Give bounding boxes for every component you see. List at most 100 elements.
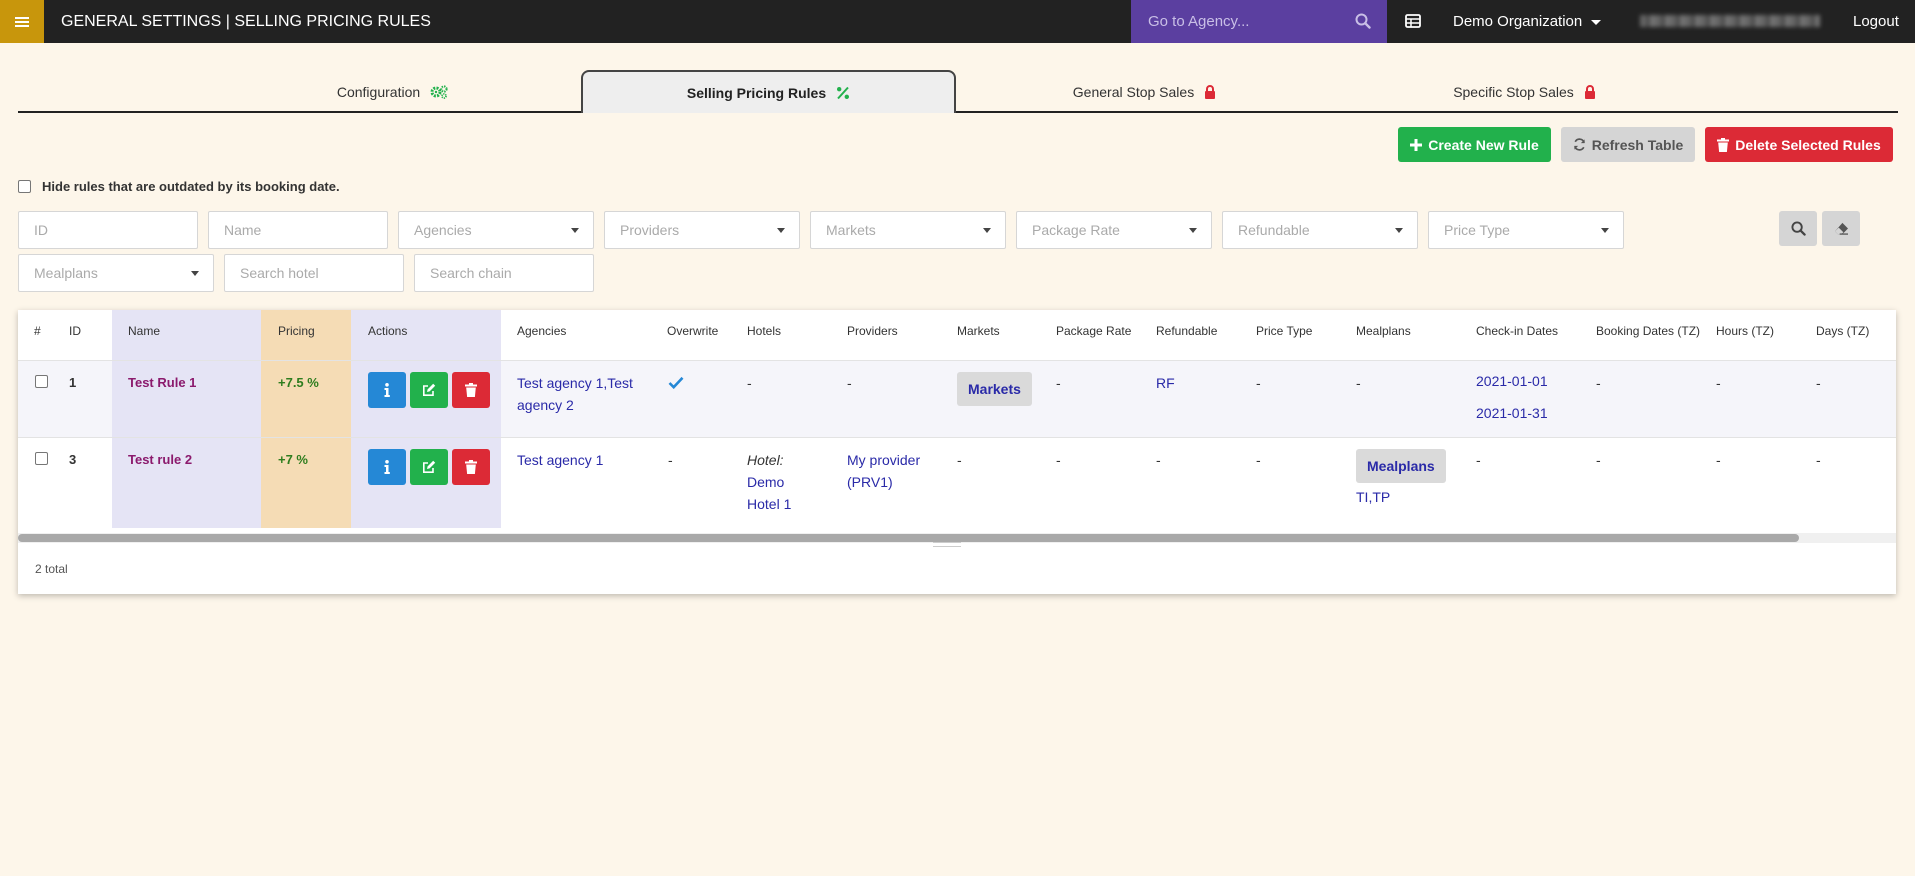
delete-button[interactable] bbox=[452, 449, 490, 485]
create-label: Create New Rule bbox=[1428, 136, 1539, 153]
provider-line[interactable]: My provider bbox=[847, 449, 920, 471]
tab-label: Configuration bbox=[336, 83, 421, 100]
delete-selected-rules-button[interactable]: Delete Selected Rules bbox=[1705, 127, 1893, 162]
rule-name[interactable]: Test Rule 1 bbox=[128, 372, 196, 394]
delete-label: Delete Selected Rules bbox=[1735, 136, 1881, 153]
hotel-name-line[interactable]: Demo bbox=[747, 471, 784, 493]
caret-down-icon bbox=[983, 228, 991, 233]
caret-down-icon bbox=[1189, 228, 1197, 233]
logout-link[interactable]: Logout bbox=[1853, 0, 1899, 43]
row-divider bbox=[18, 437, 1896, 438]
create-new-rule-button[interactable]: Create New Rule bbox=[1398, 127, 1551, 162]
rule-pricing: +7.5 % bbox=[278, 375, 319, 390]
header-cell: # bbox=[34, 324, 41, 338]
agencies-line[interactable]: Test agency 1,Test bbox=[517, 372, 633, 394]
checkin-cell: - bbox=[1476, 452, 1481, 468]
row-checkbox[interactable] bbox=[35, 375, 48, 388]
hours-cell: - bbox=[1716, 375, 1721, 391]
agency-search-input[interactable] bbox=[1131, 13, 1341, 30]
tab-specific-stop-sales[interactable]: Specific Stop Sales bbox=[1388, 70, 1661, 113]
mealplans-text: TI,TP bbox=[1356, 489, 1391, 505]
lock-icon bbox=[1584, 84, 1595, 99]
header-cell: Hotels bbox=[747, 324, 782, 338]
search-chain-input[interactable]: Search chain bbox=[414, 254, 594, 292]
header-cell: Package Rate bbox=[1056, 324, 1132, 338]
tab-label: Selling Pricing Rules bbox=[686, 84, 827, 101]
search-button[interactable] bbox=[1779, 211, 1817, 246]
page-title: GENERAL SETTINGS | SELLING PRICING RULES bbox=[61, 13, 431, 30]
hide-outdated-label: Hide rules that are outdated by its book… bbox=[42, 179, 340, 194]
header-cell: Pricing bbox=[278, 324, 315, 338]
tab-configuration[interactable]: Configuration bbox=[256, 70, 529, 113]
price-type-select[interactable]: Price Type bbox=[1428, 211, 1624, 249]
providers-select[interactable]: Providers bbox=[604, 211, 800, 249]
plus-icon bbox=[1410, 138, 1423, 151]
hamburger-menu-button[interactable] bbox=[0, 0, 44, 43]
caret-down-icon bbox=[571, 228, 579, 233]
booking-dates-cell: - bbox=[1596, 375, 1601, 391]
days-cell: - bbox=[1816, 375, 1821, 391]
resize-handle[interactable] bbox=[933, 542, 961, 547]
tab-general-stop-sales[interactable]: General Stop Sales bbox=[1008, 70, 1281, 113]
provider-line[interactable]: (PRV1) bbox=[847, 471, 893, 493]
row-checkbox[interactable] bbox=[35, 452, 48, 465]
search-icon[interactable] bbox=[1355, 13, 1371, 32]
refundable-cell: RF bbox=[1156, 375, 1175, 391]
eraser-icon bbox=[1834, 222, 1848, 235]
hide-outdated-checkbox[interactable] bbox=[18, 180, 31, 193]
hours-cell: - bbox=[1716, 452, 1721, 468]
refundable-select[interactable]: Refundable bbox=[1222, 211, 1418, 249]
info-button[interactable] bbox=[368, 449, 406, 485]
top-bar: GENERAL SETTINGS | SELLING PRICING RULES… bbox=[0, 0, 1915, 43]
hotel-name-line[interactable]: Hotel 1 bbox=[747, 493, 791, 515]
edit-button[interactable] bbox=[410, 449, 448, 485]
table-grid-icon[interactable] bbox=[1405, 13, 1421, 32]
mealplans-badge[interactable]: Mealplans bbox=[1356, 449, 1446, 483]
caret-down-icon bbox=[1601, 228, 1609, 233]
price-type-cell: - bbox=[1256, 452, 1261, 468]
markets-badge[interactable]: Markets bbox=[957, 372, 1032, 406]
markets-select[interactable]: Markets bbox=[810, 211, 1006, 249]
check-icon bbox=[668, 376, 684, 389]
checkin-to: 2021-01-31 bbox=[1476, 405, 1548, 421]
package-rate-cell: - bbox=[1056, 375, 1061, 391]
mealplans-select[interactable]: Mealplans bbox=[18, 254, 214, 292]
refresh-table-button[interactable]: Refresh Table bbox=[1561, 127, 1695, 162]
info-icon bbox=[384, 460, 390, 474]
organization-dropdown[interactable]: Demo Organization bbox=[1453, 0, 1602, 43]
header-cell: Agencies bbox=[517, 324, 567, 338]
search-hotel-input[interactable]: Search hotel bbox=[224, 254, 404, 292]
hamburger-icon bbox=[15, 15, 29, 29]
header-cell: Name bbox=[128, 324, 161, 338]
price-type-cell: - bbox=[1256, 375, 1261, 391]
refresh-label: Refresh Table bbox=[1591, 136, 1684, 153]
header-cell: Markets bbox=[957, 324, 1000, 338]
percent-icon bbox=[837, 86, 850, 99]
name-column-shade bbox=[112, 310, 262, 528]
info-button[interactable] bbox=[368, 372, 406, 408]
tab-selling-pricing-rules[interactable]: Selling Pricing Rules bbox=[581, 70, 956, 113]
agencies-select[interactable]: Agencies bbox=[398, 211, 594, 249]
rule-pricing: +7 % bbox=[278, 452, 308, 467]
clear-filters-button[interactable] bbox=[1822, 211, 1860, 246]
agencies-line[interactable]: Test agency 1 bbox=[517, 449, 603, 471]
refundable-cell: - bbox=[1156, 452, 1161, 468]
booking-dates-cell: - bbox=[1596, 452, 1601, 468]
tab-label: General Stop Sales bbox=[1072, 83, 1195, 100]
organization-name: Demo Organization bbox=[1453, 13, 1583, 30]
package-rate-select[interactable]: Package Rate bbox=[1016, 211, 1212, 249]
name-filter-input[interactable]: Name bbox=[208, 211, 388, 249]
id-filter-input[interactable]: ID bbox=[18, 211, 198, 249]
rule-name[interactable]: Test rule 2 bbox=[128, 449, 192, 471]
agencies-line[interactable]: agency 2 bbox=[517, 394, 574, 416]
header-cell: Refundable bbox=[1156, 324, 1218, 338]
scrollbar-thumb[interactable] bbox=[18, 534, 1799, 542]
total-count: 2 total bbox=[35, 562, 68, 576]
delete-button[interactable] bbox=[452, 372, 490, 408]
info-icon bbox=[384, 383, 390, 397]
search-icon bbox=[1790, 221, 1806, 236]
header-cell: Overwrite bbox=[667, 324, 719, 338]
agency-search bbox=[1131, 0, 1387, 43]
hotels-cell: - bbox=[747, 375, 752, 391]
edit-button[interactable] bbox=[410, 372, 448, 408]
